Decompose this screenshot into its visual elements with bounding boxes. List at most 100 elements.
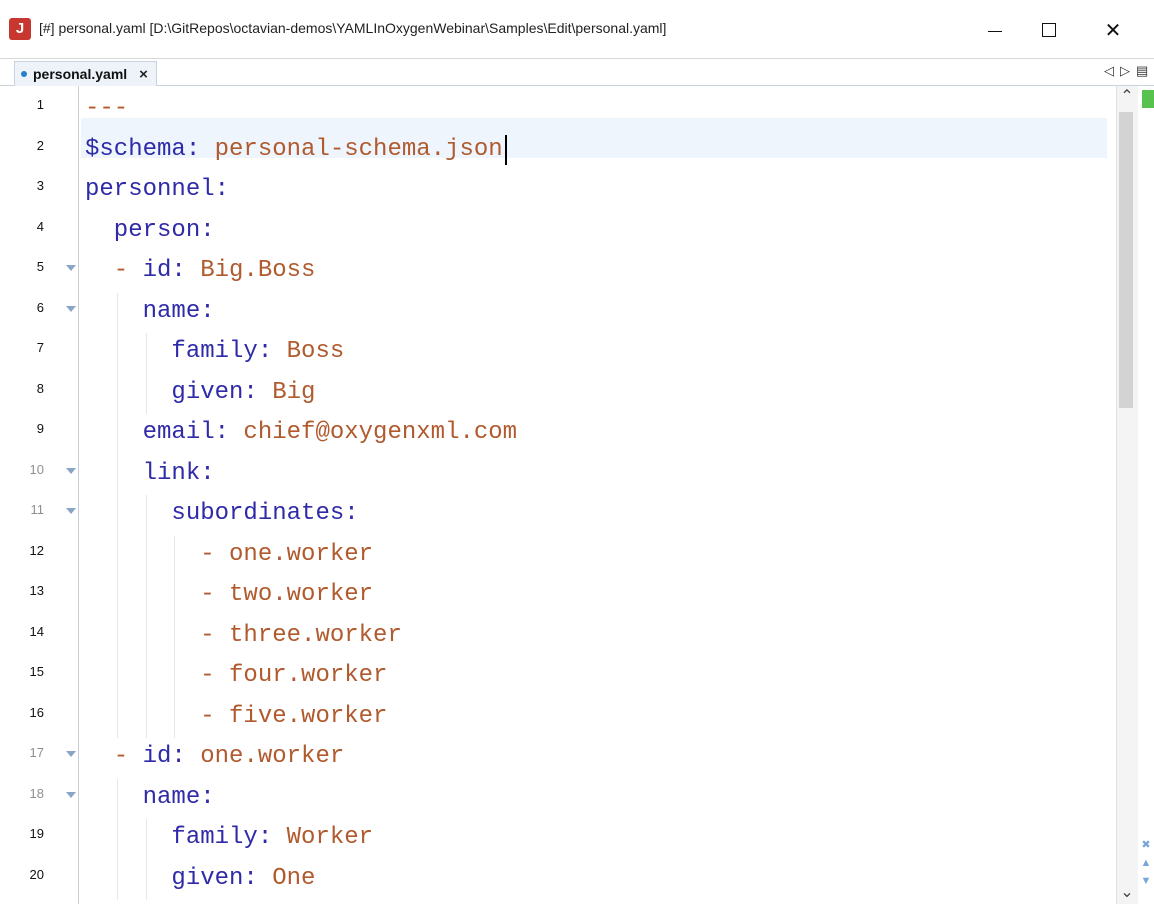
code-line-text: given: Big [85, 377, 315, 409]
code-line-text: - three.worker [85, 620, 402, 652]
tab-label: personal.yaml [33, 66, 128, 82]
scroll-up-icon[interactable]: ⌃ [1116, 86, 1138, 106]
indent-guide [116, 333, 118, 374]
annotation-strip [1138, 86, 1154, 904]
validation-ok-icon[interactable] [1142, 90, 1154, 108]
oxygen-app-icon: J [9, 18, 31, 40]
yaml-key: name: [85, 297, 215, 325]
fold-toggle-icon[interactable] [66, 305, 76, 312]
yaml-value: - two.worker [85, 581, 374, 608]
line-number: 4 [36, 218, 44, 234]
scroll-down-icon[interactable]: ⌄ [1116, 882, 1138, 902]
code-line-text: --- [85, 93, 128, 125]
code-text-area[interactable] [78, 86, 1117, 904]
yaml-value: - one.worker [85, 540, 374, 568]
yaml-value: Big.Boss [185, 257, 316, 284]
fold-toggle-icon[interactable] [66, 265, 76, 271]
yaml-key: person: [85, 216, 215, 244]
indent-guide [145, 697, 147, 738]
fold-toggle-icon[interactable] [66, 467, 76, 474]
code-line-text: - two.worker [85, 579, 373, 611]
tab-next-icon[interactable]: ▷ [1120, 63, 1130, 79]
yaml-value: - [85, 743, 143, 770]
clear-icon[interactable]: ✖ [1138, 836, 1154, 854]
code-line-text: - id: one.worker [85, 741, 344, 773]
indent-guide [145, 333, 147, 374]
close-button[interactable]: ✕ [1090, 10, 1136, 50]
window-title: [#] personal.yaml [D:\GitRepos\octavian-… [39, 20, 667, 36]
line-number: 12 [29, 542, 44, 558]
text-caret [504, 134, 507, 165]
yaml-value: personal-schema.json [200, 135, 503, 163]
line-number: 17 [29, 745, 44, 760]
code-line-text: name: [85, 782, 215, 814]
code-line-text: - five.worker [85, 701, 387, 733]
line-number: 11 [30, 502, 45, 517]
yaml-value: One [257, 864, 316, 892]
code-line-text: family: Worker [85, 822, 373, 854]
window-titlebar: J [#] personal.yaml [D:\GitRepos\octavia… [0, 0, 1154, 60]
yaml-value: chief@oxygenxml.com [229, 419, 518, 446]
indent-guide [145, 616, 147, 657]
yaml-key: email: [85, 419, 230, 446]
tab-prev-icon[interactable]: ◁ [1104, 63, 1114, 79]
yaml-key: subordinates: [85, 500, 359, 527]
yaml-key: family: [85, 338, 273, 365]
indent-guide [174, 657, 176, 698]
yaml-value: - three.worker [85, 621, 402, 649]
fold-toggle-icon[interactable] [66, 751, 76, 757]
line-number: 19 [29, 826, 44, 841]
modified-dot-icon [21, 71, 27, 77]
indent-guide [116, 535, 118, 576]
indent-guide [116, 373, 118, 414]
indent-guide [116, 576, 118, 617]
line-number: 2 [36, 137, 44, 153]
indent-guide [116, 859, 118, 900]
yaml-key: given: [85, 864, 258, 892]
code-line-text: - one.worker [85, 539, 373, 571]
indent-guide [145, 819, 147, 860]
indent-guide [116, 414, 118, 455]
line-number: 8 [36, 380, 44, 396]
indent-guide [145, 535, 147, 576]
scrollbar-thumb[interactable] [1119, 112, 1133, 408]
line-number-gutter [0, 86, 78, 904]
yaml-key: personnel: [85, 176, 230, 203]
line-number: 14 [29, 623, 44, 639]
indent-guide [116, 697, 118, 738]
close-icon: ✕ [1104, 19, 1122, 42]
maximize-button[interactable] [1026, 10, 1072, 50]
indent-guide [116, 819, 118, 860]
code-line-text: - id: Big.Boss [85, 255, 316, 287]
line-number: 15 [29, 664, 44, 679]
fold-toggle-icon[interactable] [66, 508, 76, 514]
code-editor[interactable]: ⌃ ⌄ ✖ ▲ ▼ 1 --- 2 $schema: personal-schema.… [0, 86, 1154, 904]
maximize-icon [1042, 23, 1056, 37]
tab-personal-yaml[interactable]: personal.yaml × [14, 61, 157, 86]
down-arrow-icon[interactable]: ▼ [1138, 872, 1154, 890]
yaml-key: id: [142, 743, 186, 770]
fold-toggle-icon[interactable] [66, 791, 76, 798]
code-line-text: email: chief@oxygenxml.com [85, 417, 517, 449]
indent-guide [116, 616, 118, 657]
tab-menu-icon[interactable]: ▤ [1136, 63, 1148, 79]
indent-guide [145, 495, 147, 536]
indent-guide [145, 373, 147, 414]
up-arrow-icon[interactable]: ▲ [1138, 854, 1154, 872]
code-line-text: given: One [85, 863, 315, 895]
code-line-text: personnel: [85, 174, 229, 206]
indent-guide [116, 778, 118, 819]
line-number: 16 [29, 704, 44, 720]
indent-guide [145, 859, 147, 900]
indent-guide [174, 697, 176, 738]
indent-guide [174, 535, 176, 576]
indent-guide [174, 616, 176, 657]
line-number: 13 [29, 583, 44, 598]
editor-tabstrip: personal.yaml × ◁ ▷ ▤ [0, 58, 1154, 86]
code-line-text: name: [85, 296, 215, 328]
minimize-button[interactable] [972, 10, 1018, 50]
line-number: 5 [36, 259, 44, 274]
tab-close-icon[interactable]: × [139, 66, 148, 83]
code-line-text: $schema: personal-schema.json [85, 134, 503, 166]
indent-guide [145, 657, 147, 698]
